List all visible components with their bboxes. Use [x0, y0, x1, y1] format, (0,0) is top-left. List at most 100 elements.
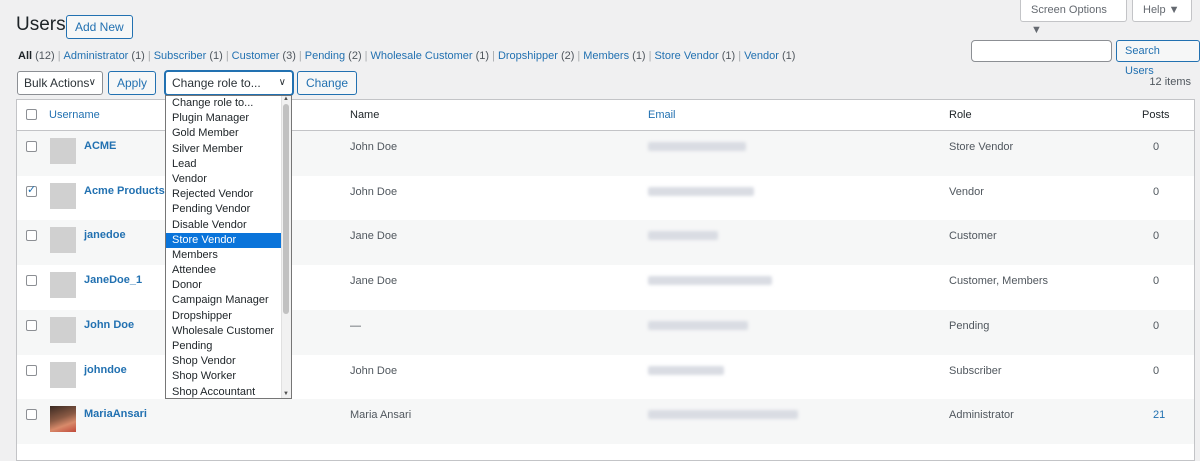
- dropdown-option-plugin-manager[interactable]: Plugin Manager: [166, 111, 291, 126]
- separator: |: [364, 50, 368, 62]
- dropdown-scrollbar[interactable]: ▲ ▼: [281, 96, 291, 398]
- avatar: [50, 272, 76, 299]
- user-name: John Doe: [350, 364, 398, 377]
- view-link-customer[interactable]: Customer: [232, 50, 280, 62]
- row-checkbox[interactable]: [26, 364, 37, 376]
- search-input[interactable]: [971, 40, 1112, 62]
- dropdown-option-shop-accountant[interactable]: Shop Accountant: [166, 385, 291, 398]
- username-link[interactable]: johndoe: [84, 364, 127, 376]
- items-count: 12 items: [1149, 76, 1191, 88]
- view-count: (3): [282, 50, 296, 62]
- username-link[interactable]: Acme Products: [84, 185, 165, 197]
- username-link[interactable]: John Doe: [84, 319, 134, 331]
- separator: |: [57, 50, 61, 62]
- dropdown-option-donor[interactable]: Donor: [166, 278, 291, 293]
- view-count: (1): [475, 50, 490, 62]
- view-link-dropshipper[interactable]: Dropshipper: [498, 50, 558, 62]
- dropdown-options: Change role to... Plugin Manager Gold Memb…: [166, 96, 291, 398]
- view-link-pending[interactable]: Pending: [305, 50, 345, 62]
- row-checkbox[interactable]: [26, 409, 37, 421]
- dropdown-option-shop-worker[interactable]: Shop Worker: [166, 369, 291, 384]
- view-count: (2): [348, 50, 362, 62]
- view-count: (1): [209, 50, 223, 62]
- dropdown-option-change-role-to[interactable]: Change role to...: [166, 96, 291, 111]
- change-role-select[interactable]: Change role to... ∨: [165, 71, 293, 95]
- view-count: (12): [35, 50, 55, 62]
- help-button[interactable]: Help ▼: [1132, 0, 1192, 22]
- view-link-subscriber[interactable]: Subscriber: [154, 50, 207, 62]
- add-new-button[interactable]: Add New: [66, 15, 133, 39]
- username-link[interactable]: janedoe: [84, 229, 126, 241]
- posts-count[interactable]: 21: [1153, 409, 1165, 421]
- user-name: Maria Ansari: [350, 409, 412, 422]
- user-role: Administrator: [949, 409, 1014, 422]
- username-column-header[interactable]: Username: [49, 109, 100, 121]
- change-role-dropdown-list[interactable]: Change role to... Plugin Manager Gold Memb…: [165, 95, 292, 399]
- dropdown-option-pending[interactable]: Pending: [166, 339, 291, 354]
- view-link-members[interactable]: Members: [583, 50, 629, 62]
- dropdown-option-shop-vendor[interactable]: Shop Vendor: [166, 354, 291, 369]
- dropdown-option-store-vendor[interactable]: Store Vendor: [166, 232, 291, 248]
- username-link[interactable]: MariaAnsari: [84, 408, 147, 420]
- role-filter-links: All (12) | Administrator (1) | Subscriber (1…: [18, 50, 795, 62]
- table-row: MariaAnsari Maria Ansari Administrator 21: [17, 399, 1194, 445]
- view-link-store-vendor[interactable]: Store Vendor: [654, 50, 718, 62]
- dropdown-option-members[interactable]: Members: [166, 248, 291, 263]
- scrollbar-thumb[interactable]: [283, 104, 289, 314]
- view-link-vendor[interactable]: Vendor: [744, 50, 779, 62]
- user-role: Subscriber: [949, 364, 1002, 377]
- scroll-down-icon[interactable]: ▼: [283, 391, 289, 397]
- user-role: Customer: [949, 230, 997, 243]
- user-name: John Doe: [350, 141, 398, 153]
- view-count: (1): [721, 50, 736, 62]
- screen-options-button[interactable]: Screen Options ▼: [1020, 0, 1127, 36]
- username-link[interactable]: ACME: [84, 140, 116, 152]
- dropdown-option-lead[interactable]: Lead: [166, 157, 291, 172]
- separator: |: [147, 50, 151, 62]
- dropdown-option-silver-member[interactable]: Silver Member: [166, 142, 291, 157]
- email-column-header[interactable]: Email: [648, 109, 676, 121]
- separator: |: [738, 50, 742, 62]
- dropdown-option-vendor[interactable]: Vendor: [166, 172, 291, 187]
- avatar: [50, 182, 76, 209]
- username-link[interactable]: JaneDoe_1: [84, 274, 142, 286]
- view-link-wholesale-customer[interactable]: Wholesale Customer: [370, 50, 472, 62]
- dropdown-option-gold-member[interactable]: Gold Member: [166, 126, 291, 141]
- email-redacted: [648, 231, 718, 241]
- dropdown-option-dropshipper[interactable]: Dropshipper: [166, 309, 291, 324]
- row-checkbox[interactable]: [26, 275, 37, 287]
- avatar: [50, 227, 76, 254]
- search-users-button[interactable]: Search Users: [1116, 40, 1200, 77]
- row-checkbox[interactable]: [26, 183, 37, 197]
- avatar: [50, 361, 76, 388]
- dropdown-option-attendee[interactable]: Attendee: [166, 263, 291, 278]
- apply-button[interactable]: Apply: [108, 71, 157, 95]
- user-name: —: [350, 319, 361, 332]
- chevron-down-icon: ∨: [88, 77, 96, 88]
- view-link-administrator[interactable]: Administrator: [64, 50, 129, 62]
- view-count: (2): [560, 50, 575, 62]
- dropdown-option-wholesale-customer[interactable]: Wholesale Customer: [166, 324, 291, 339]
- posts-count: 0: [1153, 185, 1160, 198]
- view-count: (1): [782, 50, 796, 62]
- page-title: Users: [16, 14, 66, 35]
- row-checkbox[interactable]: [26, 230, 37, 242]
- dropdown-option-rejected-vendor[interactable]: Rejected Vendor: [166, 187, 291, 202]
- view-link-all[interactable]: All: [18, 50, 32, 62]
- change-role-label: Change role to...: [172, 76, 261, 90]
- user-role: Store Vendor: [949, 141, 1014, 153]
- dropdown-option-pending-vendor[interactable]: Pending Vendor: [166, 202, 291, 217]
- dropdown-option-campaign-manager[interactable]: Campaign Manager: [166, 293, 291, 308]
- posts-count: 0: [1153, 319, 1160, 332]
- dropdown-option-disable-vendor[interactable]: Disable Vendor: [166, 218, 291, 233]
- bulk-actions-select[interactable]: Bulk Actions ∨: [17, 71, 103, 95]
- row-checkbox[interactable]: [26, 319, 37, 331]
- change-button[interactable]: Change: [297, 71, 358, 95]
- separator: |: [492, 50, 495, 62]
- user-role: Vendor: [949, 185, 984, 198]
- email-redacted: [648, 320, 748, 330]
- row-checkbox[interactable]: [26, 141, 37, 152]
- select-all-checkbox[interactable]: [26, 109, 37, 120]
- separator: |: [577, 50, 581, 62]
- scroll-up-icon[interactable]: ▲: [283, 96, 289, 102]
